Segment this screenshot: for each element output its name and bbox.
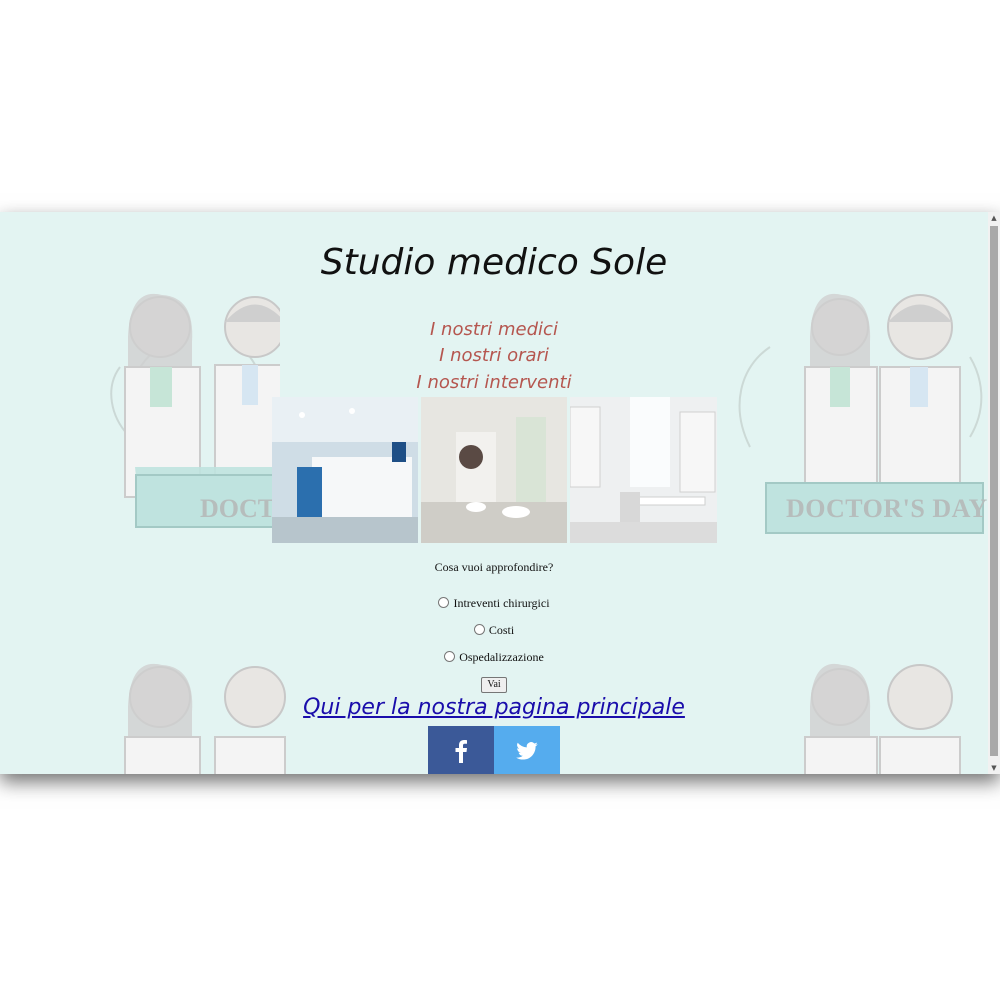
waiting-room-photo [421, 397, 567, 543]
nav-link-medici[interactable]: I nostri medici [0, 319, 988, 340]
radio-button[interactable] [473, 624, 485, 635]
banner-text-left: DOCTOR'S DAY [200, 494, 272, 523]
form-question: Cosa vuoi approfondire? [434, 560, 554, 574]
radio-button[interactable] [444, 651, 456, 662]
photo-gallery [272, 397, 717, 543]
option-label: Ospedalizzazione [459, 650, 544, 664]
scroll-up-icon[interactable]: ▲ [988, 212, 1000, 224]
browser-viewport: DOCTOR'S DAY DOCTOR'S DAY Studio medico … [0, 212, 1000, 774]
facebook-button[interactable] [428, 726, 494, 774]
twitter-button[interactable] [494, 726, 560, 774]
option-costi[interactable]: Costi [0, 623, 988, 638]
option-label: Intreventi chirurgici [453, 596, 550, 610]
page-title: Studio medico Sole [320, 242, 668, 283]
doctor-office-photo [570, 397, 717, 543]
reception-photo [272, 397, 418, 543]
scroll-down-icon[interactable]: ▼ [988, 762, 1000, 774]
nav-link-orari[interactable]: I nostri orari [0, 345, 988, 366]
banner-text-right: DOCTOR'S DAY [786, 494, 988, 523]
radio-button[interactable] [438, 597, 450, 608]
main-page-link[interactable]: Qui per la nostra pagina principale [0, 695, 988, 720]
option-label: Costi [488, 623, 515, 637]
option-interventi-chirurgici[interactable]: Intreventi chirurgici [0, 596, 988, 611]
twitter-icon [516, 742, 538, 760]
vertical-scrollbar[interactable]: ▲ ▼ [988, 212, 1000, 774]
facebook-icon [455, 740, 467, 763]
option-ospedalizzazione[interactable]: Ospedalizzazione [0, 650, 988, 665]
scrollbar-thumb[interactable] [990, 226, 998, 756]
nav-link-interventi[interactable]: I nostri interventi [0, 372, 988, 393]
submit-button[interactable]: Vai [481, 677, 507, 693]
